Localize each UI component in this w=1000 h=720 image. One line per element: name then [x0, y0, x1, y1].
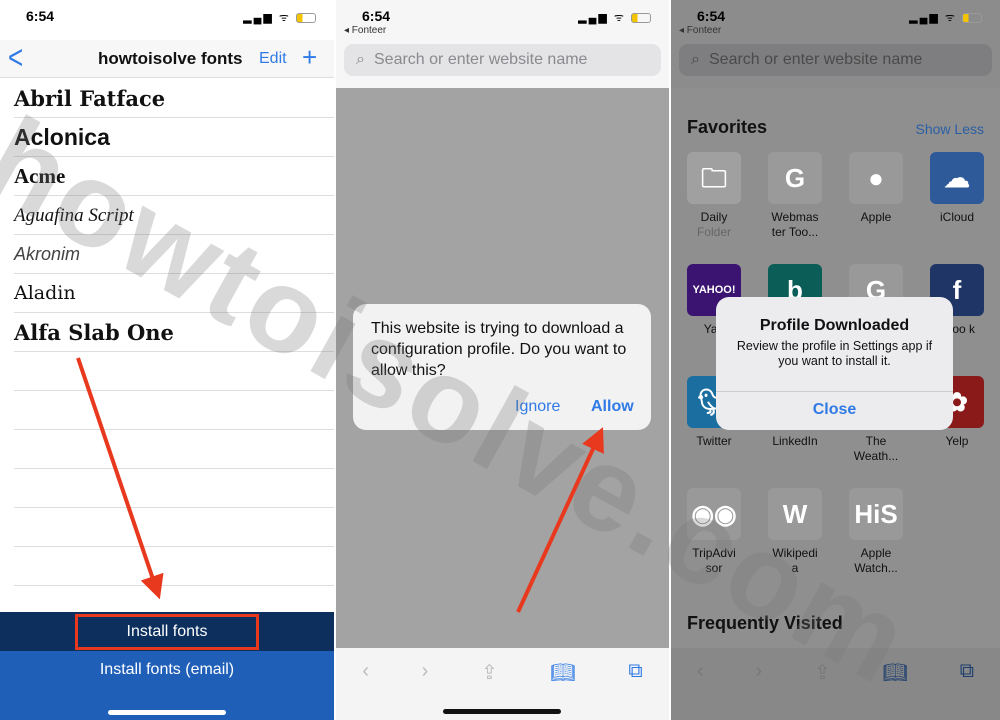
- search-icon: ⌕: [691, 51, 700, 68]
- search-input[interactable]: ⌕ Search or enter website name: [679, 44, 992, 76]
- favorite-sublabel: Folder: [696, 225, 731, 239]
- favorite-label: Twitter: [696, 434, 732, 448]
- battery-icon: [631, 13, 651, 24]
- dialog-title: Profile Downloaded: [759, 317, 910, 334]
- favorite-icon: ☁: [930, 152, 984, 204]
- page-title: howtoisolve fonts: [98, 49, 243, 68]
- add-button[interactable]: +: [302, 42, 317, 73]
- ignore-button[interactable]: Ignore: [515, 398, 560, 416]
- dialog-message: Review the profile in Settings app if yo…: [736, 339, 933, 368]
- allow-button[interactable]: Allow: [591, 398, 634, 416]
- back-to-app[interactable]: ◂ Fonteer: [344, 25, 386, 36]
- favorite-item[interactable]: ◉◉ TripAdvi sor: [687, 488, 741, 576]
- edit-button[interactable]: Edit: [259, 50, 287, 68]
- nav-bar: < howtoisolve fonts Edit +: [0, 37, 334, 78]
- status-time: 6:54: [362, 8, 391, 24]
- tabs-icon[interactable]: ⧉: [628, 660, 642, 720]
- battery-icon: [296, 13, 316, 24]
- font-row[interactable]: Alfa Slab One: [14, 313, 334, 352]
- font-row[interactable]: Acme: [14, 157, 334, 196]
- favorite-label: Wikipedi a: [772, 546, 818, 575]
- favorite-label: Webmas ter Too...: [771, 210, 819, 239]
- favorite-item[interactable]: 🗀 Daily Folder: [687, 152, 741, 240]
- safari-profile-downloaded-screen: 6:54 ◂ Fonteer ▂▄▆ ᯤ ⌕ Search or enter we…: [671, 0, 1000, 720]
- font-row[interactable]: Aguafina Script: [14, 196, 334, 235]
- forward-icon[interactable]: ›: [755, 660, 762, 720]
- favorite-item[interactable]: HiS Apple Watch...: [849, 488, 903, 576]
- close-button[interactable]: Close: [716, 401, 953, 419]
- favorite-icon: ●: [849, 152, 903, 204]
- font-row[interactable]: Aladin: [14, 274, 334, 313]
- search-icon: ⌕: [356, 51, 365, 68]
- status-time: 6:54: [697, 8, 726, 24]
- favorite-icon: 🗀: [687, 152, 741, 204]
- font-row[interactable]: Abril Fatface: [14, 79, 334, 118]
- frequently-visited-heading: Frequently Visited: [687, 613, 843, 633]
- search-placeholder: Search or enter website name: [374, 51, 588, 68]
- install-fonts-email-button[interactable]: Install fonts (email): [100, 661, 234, 678]
- dialog-message: This website is trying to download a con…: [371, 320, 627, 379]
- favorite-item[interactable]: W Wikipedi a: [768, 488, 822, 576]
- favorite-label: Apple: [860, 210, 892, 224]
- favorite-label: Daily: [700, 210, 728, 224]
- favorite-label: Apple Watch...: [854, 546, 898, 575]
- back-icon[interactable]: ‹: [697, 660, 704, 720]
- safari-allow-screen: 6:54 ◂ Fonteer ▂▄▆ ᯤ ⌕ Search or enter we…: [336, 0, 669, 720]
- favorite-item[interactable]: G Webmas ter Too...: [768, 152, 822, 240]
- tabs-icon[interactable]: ⧉: [960, 660, 974, 720]
- share-icon[interactable]: ⇪: [814, 660, 831, 720]
- back-to-app[interactable]: ◂ Fonteer: [679, 25, 721, 36]
- favorite-icon: ◉◉: [687, 488, 741, 540]
- bookmarks-icon[interactable]: 📖︎: [883, 660, 908, 720]
- font-row[interactable]: Akronim: [14, 235, 334, 274]
- status-icons: ▂▄▆ ᯤ: [909, 10, 982, 25]
- fonts-app-screen: 6:54 ▂▄▆ ᯤ < howtoisolve fonts Edit + Ab…: [0, 0, 334, 720]
- profile-downloaded-dialog: Profile Downloaded Review the profile in…: [716, 297, 953, 430]
- status-icons: ▂▄▆ ᯤ: [243, 10, 316, 25]
- search-input[interactable]: ⌕ Search or enter website name: [344, 44, 661, 76]
- back-icon[interactable]: ‹: [362, 660, 369, 720]
- status-icons: ▂▄▆ ᯤ: [578, 10, 651, 25]
- forward-icon[interactable]: ›: [422, 660, 429, 720]
- install-fonts-bar: Install fonts: [0, 612, 334, 651]
- home-indicator: [443, 709, 561, 714]
- show-less-link[interactable]: Show Less: [916, 121, 984, 137]
- favorite-label: The Weath...: [853, 434, 899, 463]
- favorite-label: TripAdvi sor: [692, 546, 736, 575]
- favorite-icon: W: [768, 488, 822, 540]
- safari-top-bar: 6:54 ◂ Fonteer ▂▄▆ ᯤ ⌕ Search or enter we…: [336, 0, 669, 88]
- favorite-label: iCloud: [939, 210, 975, 224]
- favorite-icon: HiS: [849, 488, 903, 540]
- favorite-icon: G: [768, 152, 822, 204]
- back-button[interactable]: <: [8, 37, 23, 77]
- home-indicator: [108, 710, 226, 715]
- favorite-label: LinkedIn: [772, 434, 818, 448]
- safari-top-bar: 6:54 ◂ Fonteer ▂▄▆ ᯤ ⌕ Search or enter we…: [671, 0, 1000, 88]
- safari-toolbar: ‹ › ⇪ 📖︎ ⧉: [671, 648, 1000, 720]
- install-fonts-button[interactable]: Install fonts: [75, 614, 259, 650]
- font-row[interactable]: Aclonica: [14, 118, 334, 157]
- install-fonts-email-bar: Install fonts (email): [0, 651, 334, 720]
- battery-icon: [962, 13, 982, 24]
- search-placeholder: Search or enter website name: [709, 51, 923, 68]
- favorite-item[interactable]: ● Apple: [849, 152, 903, 225]
- download-profile-dialog: This website is trying to download a con…: [353, 304, 651, 430]
- status-time: 6:54: [26, 8, 55, 24]
- favorite-label: Yelp: [945, 434, 969, 448]
- favorite-item[interactable]: ☁ iCloud: [930, 152, 984, 225]
- favorites-heading: Favorites: [687, 117, 768, 137]
